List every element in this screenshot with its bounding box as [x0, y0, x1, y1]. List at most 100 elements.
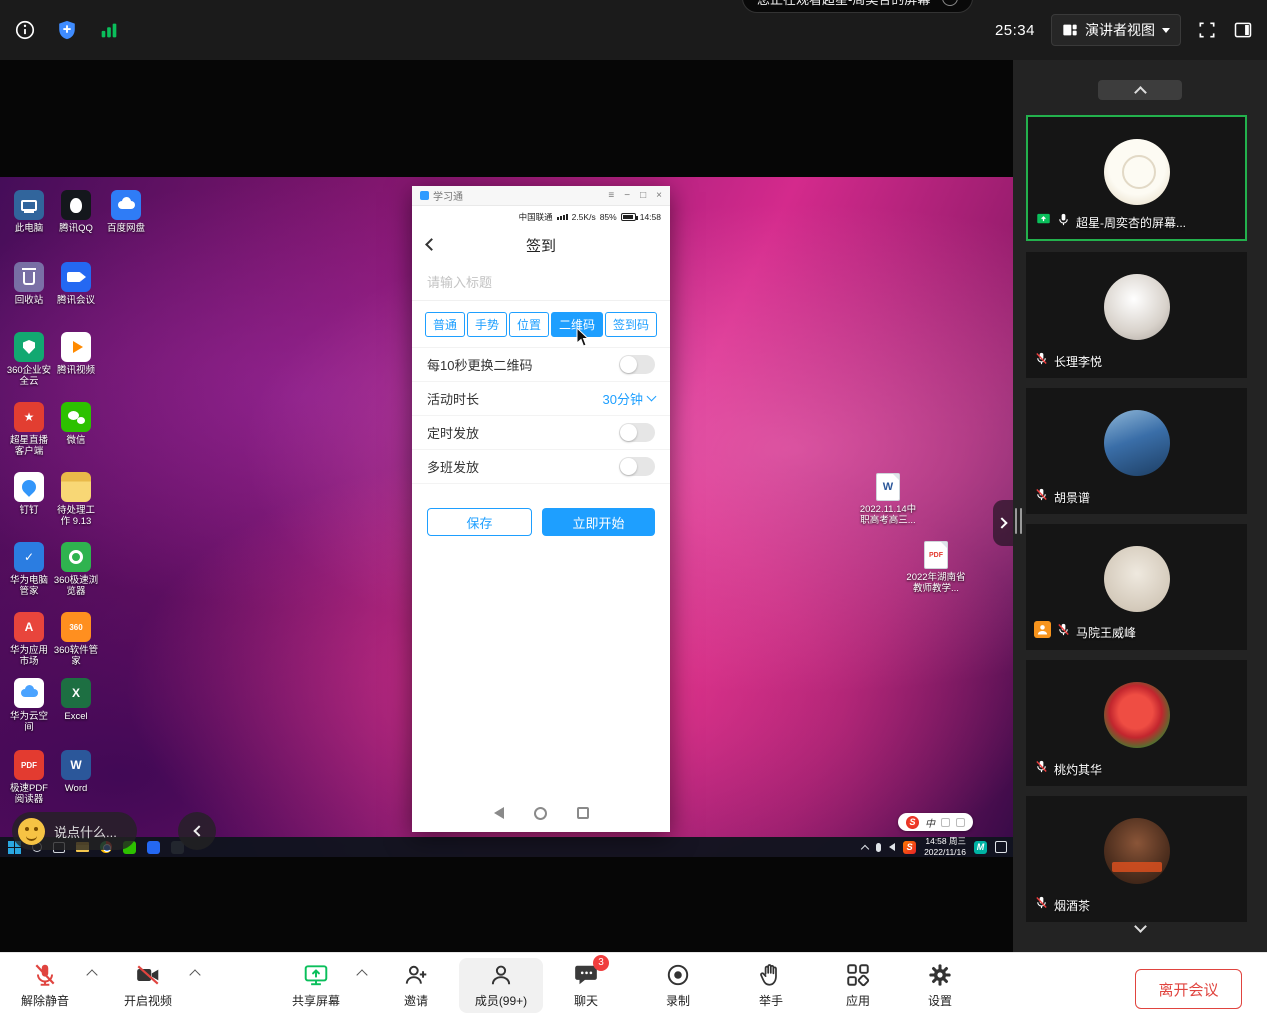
multiclass-toggle[interactable] [619, 457, 655, 476]
top-toolbar: 25:34 演讲者视图 [0, 0, 1267, 60]
desktop-icon-chaoxing-live[interactable]: ★超星直播客户端 [6, 402, 52, 458]
tray-mic-icon[interactable] [876, 843, 881, 852]
desktop-icon-tencent-video[interactable]: 腾讯视频 [53, 332, 99, 376]
desktop-file-pdf-doc[interactable]: PDF 2022年湖南省教师教学... [906, 541, 966, 595]
menu-icon[interactable] [608, 190, 614, 201]
tencent-meeting-icon [61, 262, 91, 292]
tab-normal[interactable]: 普通 [425, 312, 465, 337]
scroll-down-button[interactable] [1098, 918, 1182, 938]
minimize-icon[interactable] [624, 190, 630, 201]
sidebar-drag-handle[interactable] [1015, 508, 1022, 534]
excel-icon: X [61, 678, 91, 708]
quick-chat-bubble[interactable]: 说点什么... [12, 812, 137, 850]
meeting-taskbar-icon[interactable] [147, 841, 160, 854]
chat-button[interactable]: 3 聊天 [544, 961, 628, 1009]
settings-button[interactable]: 设置 [898, 961, 982, 1009]
tray-app-icon[interactable] [974, 841, 987, 854]
desktop-icon-360-browser[interactable]: 360极速浏览器 [53, 542, 99, 598]
timed-release-toggle[interactable] [619, 423, 655, 442]
pdf-file-icon: PDF [924, 541, 948, 569]
network-signal-icon[interactable] [98, 19, 120, 41]
desktop-icon-this-pc[interactable]: 此电脑 [6, 190, 52, 234]
desktop-icon-360-security-cloud[interactable]: 360企业安全云 [6, 332, 52, 388]
audio-options-chevron[interactable] [86, 969, 97, 980]
desktop-icon-huawei-appgallery[interactable]: A华为应用市场 [6, 612, 52, 668]
desktop-icon-word[interactable]: WWord [53, 750, 99, 794]
unmute-button[interactable]: 解除静音 [3, 961, 87, 1009]
chat-placeholder[interactable]: 说点什么... [54, 822, 117, 841]
video-options-chevron[interactable] [189, 969, 200, 980]
desktop-file-word-doc[interactable]: W 2022.11.14中职高考高三... [858, 473, 918, 527]
raise-hand-button[interactable]: 举手 [729, 961, 813, 1009]
battery-icon [621, 213, 636, 221]
baidu-netdisk-icon [111, 190, 141, 220]
desktop-icon-360-software-manager[interactable]: 360360软件管家 [53, 612, 99, 668]
desktop-icon-dingtalk[interactable]: 钉钉 [6, 472, 52, 516]
participant-tile-sharing[interactable]: 超星-周奕杏的屏幕... [1026, 115, 1247, 241]
apps-icon [845, 961, 871, 988]
action-center-icon[interactable] [995, 841, 1007, 853]
bubble-collapse-button[interactable] [178, 812, 216, 850]
app-icon [420, 191, 429, 200]
sidebar-toggle-icon[interactable] [1233, 20, 1253, 40]
share-screen-button[interactable]: 共享屏幕 [274, 961, 358, 1009]
tab-signcode[interactable]: 签到码 [605, 312, 657, 337]
setting-row-duration[interactable]: 活动时长 30分钟 [412, 382, 670, 416]
desktop-icon-huawei-cloud[interactable]: 华为云空间 [6, 678, 52, 734]
start-now-button[interactable]: 立即开始 [542, 508, 655, 536]
desktop-icon-tencent-meeting[interactable]: 腾讯会议 [53, 262, 99, 306]
security-shield-icon[interactable] [56, 19, 78, 41]
folder-icon [61, 472, 91, 502]
refresh-qr-toggle[interactable] [619, 355, 655, 374]
banner-close-icon[interactable] [942, 0, 958, 6]
desktop-icon-pdf-reader[interactable]: PDF极速PDF阅读器 [6, 750, 52, 806]
expand-panel-tab[interactable] [993, 500, 1013, 546]
desktop-icon-pending-work[interactable]: 待处理工作 9.13 [53, 472, 99, 528]
save-button[interactable]: 保存 [427, 508, 532, 536]
camera-off-icon [135, 961, 161, 988]
shared-desktop: 此电脑 腾讯QQ 百度网盘 回收站 腾讯会议 360企业安全云 腾讯视频 ★超星… [0, 177, 1013, 857]
tray-expand-icon[interactable] [861, 844, 869, 852]
tab-gesture[interactable]: 手势 [467, 312, 507, 337]
view-mode-button[interactable]: 演讲者视图 [1051, 14, 1181, 46]
participant-tile[interactable]: 烟酒茶 [1026, 796, 1247, 922]
start-video-button[interactable]: 开启视频 [106, 961, 190, 1009]
meeting-info-icon[interactable] [14, 19, 36, 41]
phone-window-title: 学习通 [433, 188, 463, 203]
maximize-icon[interactable] [640, 190, 646, 201]
tab-location[interactable]: 位置 [509, 312, 549, 337]
sogou-input-bar[interactable] [898, 813, 973, 831]
participant-tile[interactable]: 胡景谱 [1026, 388, 1247, 514]
android-recents-icon[interactable] [577, 807, 589, 819]
members-button[interactable]: 成员(99+) [459, 958, 543, 1013]
desktop-icon-recycle-bin[interactable]: 回收站 [6, 262, 52, 306]
tray-speaker-icon[interactable] [889, 843, 895, 851]
back-chevron-icon[interactable] [425, 238, 438, 251]
title-input[interactable]: 请输入标题 [412, 265, 670, 301]
duration-select[interactable]: 30分钟 [603, 389, 655, 408]
desktop-icon-tencent-qq[interactable]: 腾讯QQ [53, 190, 99, 234]
desktop-icon-wechat[interactable]: 微信 [53, 402, 99, 446]
participant-tile[interactable]: 桃灼其华 [1026, 660, 1247, 786]
participant-tile[interactable]: 长理李悦 [1026, 252, 1247, 378]
record-button[interactable]: 录制 [636, 961, 720, 1009]
scroll-up-button[interactable] [1098, 80, 1182, 100]
taskbar-clock[interactable]: 14:58 周三 2022/11/16 [924, 836, 966, 857]
phone-window-titlebar[interactable]: 学习通 [412, 186, 670, 206]
fullscreen-icon[interactable] [1197, 20, 1217, 40]
desktop-icon-huawei-pc-manager[interactable]: ✓华为电脑管家 [6, 542, 52, 598]
invite-button[interactable]: 邀请 [374, 961, 458, 1009]
apps-button[interactable]: 应用 [816, 961, 900, 1009]
android-back-icon[interactable] [494, 807, 504, 819]
android-home-icon[interactable] [534, 807, 547, 820]
mouse-cursor [576, 327, 591, 352]
sogou-tray-icon[interactable] [903, 841, 916, 854]
emoji-icon[interactable] [18, 818, 45, 845]
share-options-chevron[interactable] [356, 969, 367, 980]
net-speed: 2.5K/s [572, 212, 596, 222]
leave-meeting-button[interactable]: 离开会议 [1135, 969, 1242, 1009]
participant-tile[interactable]: 马院王威峰 [1026, 524, 1247, 650]
close-icon[interactable] [656, 190, 662, 201]
desktop-icon-baidu-netdisk[interactable]: 百度网盘 [103, 190, 149, 234]
desktop-icon-excel[interactable]: XExcel [53, 678, 99, 722]
